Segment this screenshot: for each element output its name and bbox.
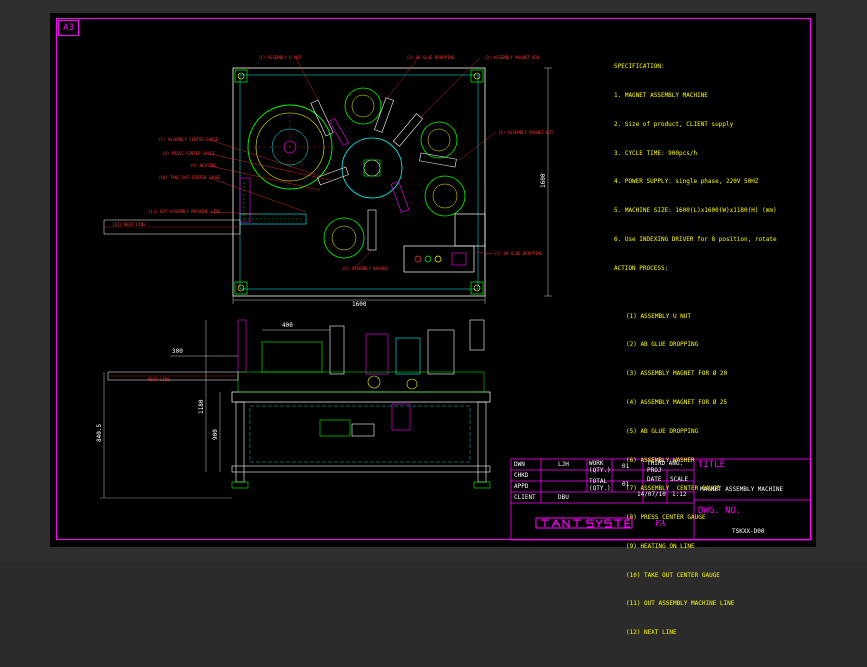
process-step: (3) ASSEMBLY MAGNET FOR Ø 20	[626, 370, 728, 378]
callout-assembly-magnet-25: (4) ASSEMBLY MAGNET Ø25	[498, 130, 554, 135]
callout-assembly-washer: (6) ASSEMBLY WASHER	[342, 266, 388, 271]
process-step: (9) HEATING ON LINE	[626, 542, 695, 550]
tb-total-qty-label: TOTAL (QTY.)	[589, 478, 611, 492]
specification-block: SPECIFICATION: 1. MAGNET ASSEMBLY MACHIN…	[614, 43, 777, 667]
callout-assembly-u-nut: (1) ASSEMBLY U NUT	[258, 55, 302, 60]
company-logo	[535, 517, 633, 529]
callout-press-center-gauge: (8) PRESS CENTER GAUGE	[162, 151, 215, 156]
tb-title-value: MAGNET ASSEMBLY MACHINE	[700, 486, 784, 493]
tb-work-qty-value: 01	[622, 463, 630, 470]
tb-date-label: DATE	[647, 476, 662, 483]
callout-next-line: (12) NEXT LINE	[112, 222, 146, 227]
tb-scale-label: SCALE	[670, 476, 689, 483]
spec-item: 5. MACHINE SIZE: 1600(L)x1600(W)x1180(H)…	[614, 207, 777, 215]
process-step: (11) OUT ASSEMBLY MACHINE LINE	[626, 600, 735, 608]
tb-dwn-value: LJH	[558, 461, 569, 468]
tb-title-label: TITLE	[698, 460, 726, 470]
tb-client-value: DBU	[558, 494, 569, 501]
tb-dwn-label: DWN	[514, 461, 525, 468]
tb-appd-label: APPD	[514, 483, 529, 490]
dim-side-1180: 1180	[198, 399, 205, 414]
tb-third-angle-label: THIRD ANG. PROJ	[647, 460, 684, 474]
plan-view	[103, 57, 552, 304]
callout-assembly-center-gauge: (7) ASSEMBLY CENTER GAUGE	[158, 137, 219, 142]
tb-dwg-no-value: TSKXX-D00	[732, 528, 765, 535]
dim-side-900: 900	[212, 429, 219, 440]
dim-plan-height: 1600	[540, 173, 547, 188]
spec-item: 6. Use INDEXING DRIVER for 8 position, r…	[614, 235, 777, 243]
dim-side-8405: 840.5	[96, 423, 103, 442]
callout-out-assembly-machine-line: (11) OUT ASSEMBLY MACHINE LINE	[148, 209, 221, 214]
spec-item: 2. Size of product, CLIENT supply	[614, 120, 734, 128]
dim-side-300: 300	[172, 348, 183, 355]
tb-chkd-label: CHKD	[514, 472, 529, 479]
callout-assembly-magnet-20: (3) ASSEMBLY MAGNET Ø20	[484, 55, 540, 60]
process-step: (10) TAKE OUT CENTER GAUGE	[626, 571, 720, 579]
spec-item: 4. POWER SUPPLY: single phase, 220V 50HZ	[614, 178, 759, 186]
tb-date-value: 14/07/10	[637, 491, 666, 498]
process-step: (12) NEXT LINE	[626, 629, 677, 637]
callout-take-out-center-gauge: (10) TAKE OUT CENTER GAUGE	[158, 175, 221, 180]
tb-scale-value: 1:12	[672, 491, 687, 498]
side-view	[100, 319, 491, 499]
dim-side-400: 400	[282, 322, 293, 329]
tb-total-qty-value: 01	[622, 481, 630, 488]
callout-next-line-side: NEXT LINE	[148, 377, 170, 382]
dim-plan-width: 1600	[352, 301, 367, 308]
process-step: (4) ASSEMBLY MAGNET FOR Ø 25	[626, 398, 728, 406]
tb-client-label: CLIENT	[514, 494, 536, 501]
process-list: (1) ASSEMBLY U NUT (2) AB GLUE DROPPING …	[614, 292, 777, 657]
spec-heading: SPECIFICATION:	[614, 63, 665, 71]
callout-heating: (9) HEATING	[190, 163, 217, 168]
tb-work-qty-label: WORK (QTY.)	[589, 460, 611, 474]
process-heading: ACTION PROCESS:	[614, 264, 669, 272]
callout-ab-glue-dropping: (2) AB GLUE DROPPING	[406, 55, 455, 60]
tb-dwg-no-label: DWG. NO.	[698, 506, 742, 516]
spec-item: 1. MAGNET ASSEMBLY MACHINE	[614, 91, 708, 99]
callout-ab-glue-dropping-2: (5) AB GLUE DROPPING	[494, 251, 543, 256]
process-step: (1) ASSEMBLY U NUT	[626, 312, 692, 320]
process-step: (2) AB GLUE DROPPING	[626, 341, 699, 349]
process-step: (5) AB GLUE DROPPING	[626, 427, 699, 435]
spec-item: 3. CYCLE TIME: 900pcs/h	[614, 149, 698, 157]
company-suffix: FA	[655, 519, 666, 528]
